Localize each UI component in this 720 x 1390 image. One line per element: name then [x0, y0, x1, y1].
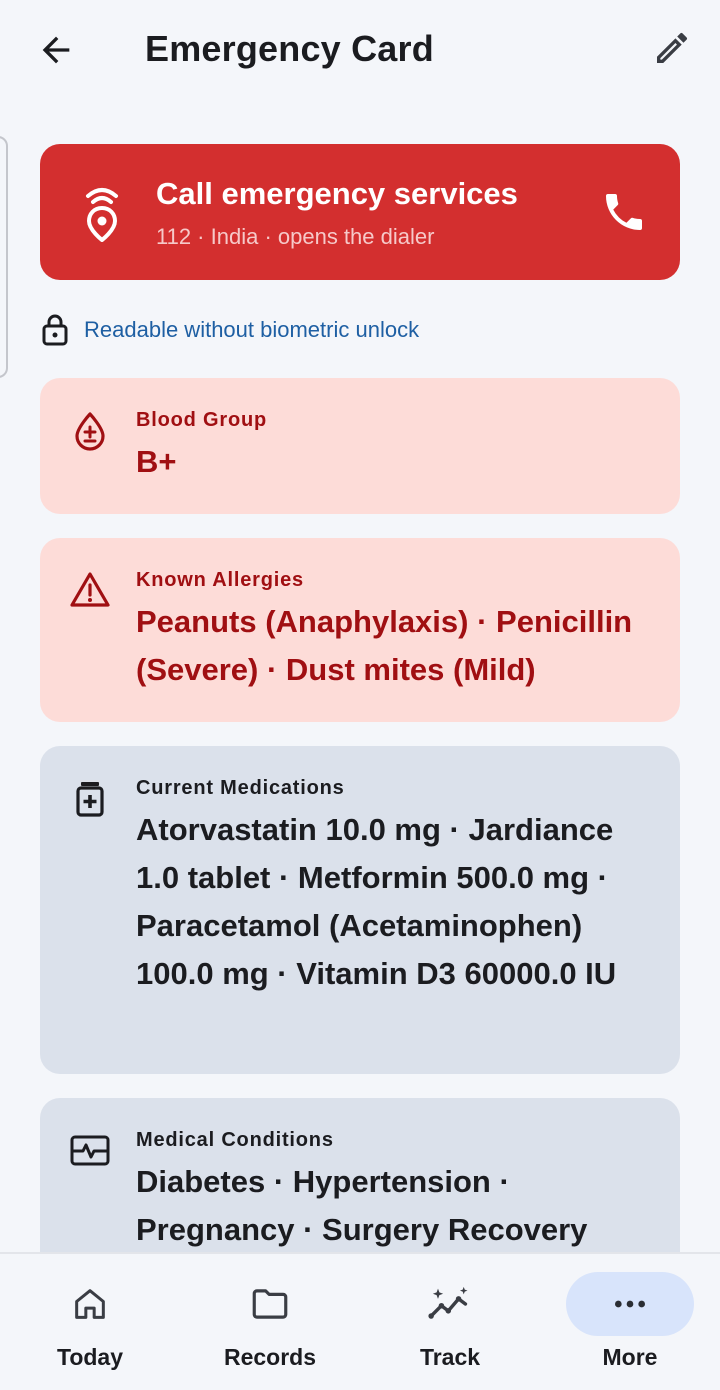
call-subtitle: 112 · India · opens the dialer — [156, 224, 435, 249]
top-app-bar: Emergency Card — [0, 0, 720, 100]
nav-label-more: More — [602, 1344, 658, 1370]
blood-group-card: Blood Group B+ — [40, 378, 680, 514]
lock-open-icon — [42, 314, 68, 346]
allergies-value: Peanuts (Anaphylaxis) · Penicillin (Seve… — [136, 604, 633, 687]
call-title: Call emergency services — [156, 176, 518, 211]
home-icon — [75, 1289, 105, 1319]
warning-icon — [70, 572, 110, 607]
nav-label-records: Records — [223, 1344, 317, 1370]
blood-group-label: Blood Group — [136, 409, 267, 431]
arrow-back-icon — [42, 36, 70, 64]
emergency-location-signal-icon — [86, 188, 118, 242]
conditions-label: Medical Conditions — [136, 1129, 334, 1151]
nav-item-track[interactable]: Track — [360, 1254, 540, 1390]
nav-item-records[interactable]: Records — [180, 1254, 360, 1390]
nav-label-track: Track — [419, 1344, 481, 1370]
allergies-card: Known Allergies Peanuts (Anaphylaxis) · … — [40, 538, 680, 722]
medications-value: Atorvastatin 10.0 mg · Jardiance 1.0 tab… — [136, 812, 617, 991]
sparkle-chart-icon — [428, 1286, 468, 1319]
blood-drop-icon — [75, 412, 105, 451]
medications-label: Current Medications — [136, 777, 345, 799]
page-title: Emergency Card — [145, 28, 434, 69]
conditions-value: Diabetes · Hypertension · Pregnancy · Su… — [136, 1164, 588, 1247]
bottom-navigation: Today Records Track More — [0, 1252, 720, 1390]
blood-group-value: B+ — [136, 444, 177, 479]
call-emergency-button[interactable]: Call emergency services 112 · India · op… — [40, 144, 680, 280]
side-sheet-edge[interactable] — [0, 136, 8, 378]
pencil-icon — [657, 32, 688, 63]
edit-button[interactable] — [644, 20, 700, 76]
nav-label-today: Today — [56, 1344, 124, 1370]
more-horizontal-icon — [615, 1300, 645, 1308]
folder-icon — [252, 1289, 288, 1319]
nav-item-today[interactable]: Today — [0, 1254, 180, 1390]
back-button[interactable] — [28, 22, 84, 78]
nav-item-more[interactable]: More — [540, 1254, 720, 1390]
notice-text: Readable without biometric unlock — [84, 317, 420, 342]
biometric-notice: Readable without biometric unlock — [40, 312, 419, 348]
monitor-heart-icon — [70, 1135, 110, 1166]
phone-icon — [606, 194, 642, 230]
emergency-card-screen: Emergency Card Call emergency services 1… — [0, 0, 720, 1390]
allergies-label: Known Allergies — [136, 569, 304, 591]
medications-card: Current Medications Atorvastatin 10.0 mg… — [40, 746, 680, 1074]
medication-icon — [76, 782, 104, 817]
